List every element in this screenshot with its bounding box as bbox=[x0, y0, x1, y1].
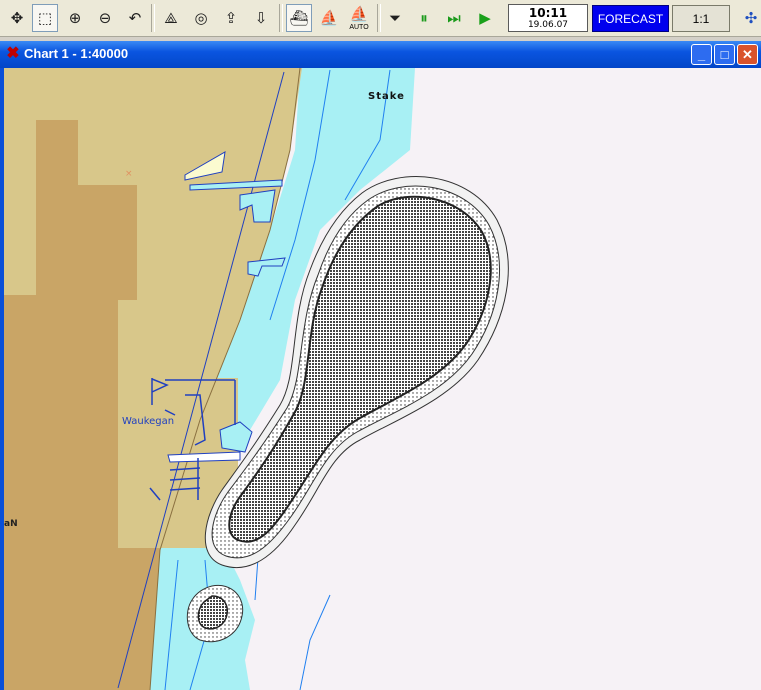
fast-forward-icon: ⏭ bbox=[447, 9, 461, 27]
stop-button[interactable]: ⏷ bbox=[382, 4, 408, 32]
forecast-button[interactable]: FORECAST bbox=[592, 5, 669, 32]
import-icon: ⇩ bbox=[254, 9, 268, 27]
export-button[interactable]: ⇪ bbox=[218, 4, 244, 32]
chart-window: ✖ Chart 1 - 1:40000 _ □ ✕ × Stake Waukeg… bbox=[0, 41, 761, 690]
app-icon: ✖ bbox=[6, 45, 20, 62]
zoom-in-button[interactable]: ⊕ bbox=[62, 4, 88, 32]
main-toolbar: ✥ ⬚ ⊕ ⊖ ↶ ⟁ ◎ ⇪ ⇩ ⛴ ⛵ ⛵ AUTO ⏷ ⏸ ⏭ ▶ 10:1… bbox=[0, 0, 761, 37]
toolbar-separator bbox=[151, 4, 155, 32]
pause-button[interactable]: ⏸ bbox=[411, 4, 437, 32]
minimize-button[interactable]: _ bbox=[691, 44, 712, 65]
clock-time: 10:11 bbox=[528, 6, 568, 20]
window-title: Chart 1 - 1:40000 bbox=[24, 46, 129, 61]
undo-button[interactable]: ↶ bbox=[122, 4, 148, 32]
chart-canvas: × bbox=[4, 68, 761, 690]
scale-button[interactable]: 1:1 bbox=[672, 5, 730, 32]
sync-icon: ✣ bbox=[744, 9, 758, 27]
svg-text:×: × bbox=[125, 169, 133, 179]
ship-outline-icon: ⛵ bbox=[319, 9, 339, 27]
close-button[interactable]: ✕ bbox=[737, 44, 758, 65]
undo-icon: ↶ bbox=[128, 9, 142, 27]
zoom-out-button[interactable]: ⊖ bbox=[92, 4, 118, 32]
pan-tool-button[interactable]: ✥ bbox=[4, 4, 30, 32]
toolbar-separator bbox=[279, 4, 283, 32]
pan-icon: ✥ bbox=[10, 9, 24, 27]
maximize-button[interactable]: □ bbox=[714, 44, 735, 65]
route-icon: ⟁ bbox=[164, 9, 178, 27]
ship-icon: ⛴ bbox=[289, 9, 309, 27]
stop-icon: ⏷ bbox=[388, 9, 401, 27]
export-icon: ⇪ bbox=[224, 9, 238, 27]
town-label: Waukegan bbox=[122, 416, 175, 427]
target-icon: ◎ bbox=[194, 9, 208, 27]
clock-date: 19.06.07 bbox=[527, 20, 569, 30]
target-button[interactable]: ◎ bbox=[188, 4, 214, 32]
stake-label: Stake bbox=[368, 91, 405, 102]
play-button[interactable]: ▶ bbox=[472, 4, 498, 32]
ship-outline-button[interactable]: ⛵ bbox=[316, 4, 342, 32]
clock-display: 10:11 19.06.07 bbox=[508, 4, 588, 32]
nautical-chart[interactable]: × Stake Waukegan aN bbox=[4, 68, 761, 690]
fast-forward-button[interactable]: ⏭ bbox=[441, 4, 467, 32]
window-titlebar[interactable]: ✖ Chart 1 - 1:40000 _ □ ✕ bbox=[0, 41, 761, 68]
toolbar-separator bbox=[377, 4, 381, 32]
auto-mode-button[interactable]: ⛵ AUTO bbox=[346, 4, 372, 32]
sync-button[interactable]: ✣ bbox=[738, 4, 761, 32]
auto-ship-icon: ⛵ bbox=[349, 5, 369, 23]
auto-label: AUTO bbox=[349, 24, 369, 31]
play-icon: ▶ bbox=[479, 9, 491, 27]
route-tool-button[interactable]: ⟁ bbox=[158, 4, 184, 32]
select-tool-button[interactable]: ⬚ bbox=[32, 4, 58, 32]
select-icon: ⬚ bbox=[37, 9, 53, 27]
zoom-in-icon: ⊕ bbox=[68, 9, 82, 27]
pause-icon: ⏸ bbox=[420, 9, 428, 27]
edge-label: aN bbox=[4, 519, 18, 529]
ship-mode-button[interactable]: ⛴ bbox=[286, 4, 312, 32]
import-button[interactable]: ⇩ bbox=[248, 4, 274, 32]
zoom-out-icon: ⊖ bbox=[98, 9, 112, 27]
